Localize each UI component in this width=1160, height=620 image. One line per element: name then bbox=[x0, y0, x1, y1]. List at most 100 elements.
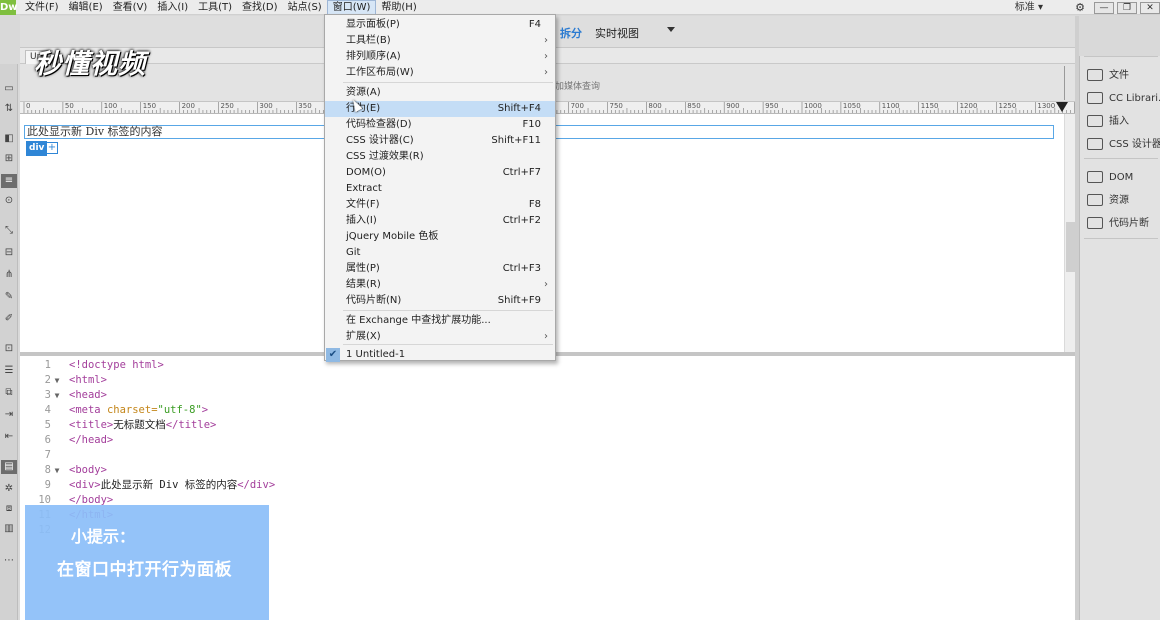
window-menu-item[interactable]: 结果(R) › bbox=[325, 277, 555, 293]
window-menu-item[interactable]: Git bbox=[325, 245, 555, 261]
ruler-label: 1150 bbox=[920, 102, 939, 110]
settings-icon[interactable]: ✲ bbox=[1, 482, 17, 496]
window-menu-item[interactable]: 显示面板(P) F4 bbox=[325, 17, 555, 33]
menu-3[interactable]: 插入(I) bbox=[152, 0, 193, 15]
code-line[interactable]: 6 </head> bbox=[20, 433, 1020, 448]
menu-0[interactable]: 文件(F) bbox=[20, 0, 64, 15]
ruler-label: 1050 bbox=[842, 102, 861, 110]
split-view-button[interactable]: 拆分 bbox=[560, 25, 582, 41]
design-scroll-thumb[interactable] bbox=[1066, 222, 1075, 272]
new-file-icon[interactable]: ▭ bbox=[1, 82, 17, 96]
menu-item-label: 代码检查器(D) bbox=[346, 119, 412, 130]
code-line[interactable]: 5 <title>无标题文档</title> bbox=[20, 418, 1020, 433]
menu-1[interactable]: 编辑(E) bbox=[64, 0, 108, 15]
window-menu-item[interactable]: 属性(P) Ctrl+F3 bbox=[325, 261, 555, 277]
menu-6[interactable]: 站点(S) bbox=[283, 0, 327, 15]
menu-8[interactable]: 帮助(H) bbox=[376, 0, 421, 15]
live-code-icon[interactable]: ▤ bbox=[1, 460, 17, 474]
preview-icon[interactable]: ◧ bbox=[1, 132, 17, 146]
add-class-button[interactable]: + bbox=[46, 142, 58, 154]
pen-icon[interactable]: ✐ bbox=[1, 312, 17, 326]
code-line[interactable]: 3 ▼ <head> bbox=[20, 388, 1020, 403]
more-icon[interactable]: ⋯ bbox=[1, 554, 17, 568]
code-line[interactable]: 8 ▼ <body> bbox=[20, 463, 1020, 478]
code-line[interactable]: 4 <meta charset="utf-8"> bbox=[20, 403, 1020, 418]
chevron-down-icon[interactable] bbox=[667, 27, 675, 32]
panel-item-assets[interactable]: 资源 bbox=[1080, 191, 1160, 211]
window-menu-item[interactable]: 插入(I) Ctrl+F2 bbox=[325, 213, 555, 229]
window-menu-item[interactable]: 排列顺序(A) › bbox=[325, 49, 555, 65]
panel-item-label: 插入 bbox=[1109, 116, 1129, 127]
panel-item-css-designer[interactable]: CSS 设计器 bbox=[1080, 135, 1160, 155]
indent-icon[interactable]: ⇥ bbox=[1, 408, 17, 422]
code-token: <body> bbox=[69, 464, 107, 476]
panel-item-insert[interactable]: 插入 bbox=[1080, 112, 1160, 132]
menu-2[interactable]: 查看(V) bbox=[108, 0, 153, 15]
outdent-icon[interactable]: ⇤ bbox=[1, 430, 17, 444]
code-line[interactable]: 2 ▼ <html> bbox=[20, 373, 1020, 388]
window-menu-item[interactable]: 工具栏(B) › bbox=[325, 33, 555, 49]
window-menu-item[interactable]: CSS 过渡效果(R) bbox=[325, 149, 555, 165]
tree-icon[interactable]: ⋔ bbox=[1, 268, 17, 282]
list-icon[interactable]: ☰ bbox=[1, 364, 17, 378]
window-menu-item[interactable]: ✔ 1 Untitled-1 bbox=[325, 347, 555, 363]
element-tag-badge[interactable]: div bbox=[26, 141, 48, 156]
workspace-switcher[interactable]: 标准 ▾ bbox=[1015, 0, 1043, 15]
code-line[interactable]: 7 bbox=[20, 448, 1020, 463]
window-menu-item[interactable]: 代码片断(N) Shift+F9 bbox=[325, 293, 555, 309]
window-menu-item[interactable]: 扩展(X) › bbox=[325, 329, 555, 345]
restore-icon[interactable]: ❐ bbox=[1117, 1, 1137, 14]
media-query-placeholder[interactable]: 加媒体查询 bbox=[555, 79, 600, 92]
comment-icon[interactable]: ⊡ bbox=[1, 342, 17, 356]
media-query-handle[interactable] bbox=[1064, 66, 1065, 100]
panel-item-snippets[interactable]: 代码片断 bbox=[1080, 214, 1160, 234]
fold-toggle-icon[interactable]: ▼ bbox=[51, 388, 63, 403]
brush-icon[interactable]: ✎ bbox=[1, 290, 17, 304]
code-block-icon[interactable]: ⧉ bbox=[1, 386, 17, 400]
code-text: <html> bbox=[63, 373, 107, 388]
collapse-icon[interactable]: ⊟ bbox=[1, 246, 17, 260]
inspect-icon[interactable]: ⊞ bbox=[1, 152, 17, 166]
menu-7[interactable]: 窗口(W) bbox=[326, 0, 377, 15]
menu-4[interactable]: 工具(T) bbox=[193, 0, 237, 15]
ruler-marker-icon[interactable] bbox=[1056, 102, 1068, 112]
window-menu-item[interactable]: 资源(A) bbox=[325, 85, 555, 101]
code-token: 无标题文档 bbox=[113, 419, 166, 431]
sort-icon[interactable]: ⇅ bbox=[1, 102, 17, 116]
gear-icon[interactable]: ⚙ bbox=[1069, 1, 1091, 14]
window-menu-item[interactable]: 在 Exchange 中查找扩展功能... bbox=[325, 313, 555, 329]
chart-icon[interactable]: ▥ bbox=[1, 522, 17, 536]
menu-separator bbox=[343, 82, 553, 83]
window-menu-item[interactable]: 工作区布局(W) › bbox=[325, 65, 555, 81]
window-menu-item[interactable]: jQuery Mobile 色板 bbox=[325, 229, 555, 245]
window-menu-item[interactable]: Extract bbox=[325, 181, 555, 197]
window-menu-item[interactable]: CSS 设计器(C) Shift+F11 bbox=[325, 133, 555, 149]
line-number: 8 bbox=[44, 464, 51, 476]
design-scrollbar[interactable] bbox=[1064, 114, 1075, 352]
minimize-icon[interactable]: — bbox=[1094, 1, 1114, 14]
menu-5[interactable]: 查找(D) bbox=[237, 0, 283, 15]
menu-item-shortcut: Shift+F9 bbox=[497, 295, 541, 306]
code-line[interactable]: 9 <div>此处显示新 Div 标签的内容</div> bbox=[20, 478, 1020, 493]
fold-toggle-icon[interactable]: ▼ bbox=[51, 463, 63, 478]
close-icon[interactable]: ✕ bbox=[1140, 1, 1160, 14]
format-icon[interactable]: ≡ bbox=[1, 174, 17, 188]
target-icon[interactable]: ⊙ bbox=[1, 194, 17, 208]
panel-item-files[interactable]: 文件 bbox=[1080, 66, 1160, 86]
fold-toggle-icon[interactable]: ▼ bbox=[51, 373, 63, 388]
panel-item-cc-libraries[interactable]: CC Librari... bbox=[1080, 89, 1160, 109]
line-number: 9 bbox=[44, 479, 51, 491]
live-view-button[interactable]: 实时视图 bbox=[595, 25, 639, 41]
snippet-icon[interactable]: ⧈ bbox=[1, 502, 17, 516]
window-menu-item[interactable]: DOM(O) Ctrl+F7 bbox=[325, 165, 555, 181]
code-token: <title> bbox=[69, 419, 114, 431]
expand-icon[interactable]: ⤡ bbox=[1, 224, 17, 238]
window-menu-item[interactable]: 文件(F) F8 bbox=[325, 197, 555, 213]
code-token: > bbox=[201, 404, 209, 416]
line-number: 3 bbox=[44, 389, 51, 401]
code-token: 此处显示新 Div 标签的内容 bbox=[100, 479, 238, 491]
ruler-label: 800 bbox=[648, 102, 662, 110]
code-token: <!doctype html> bbox=[69, 359, 164, 371]
panel-item-dom[interactable]: DOM bbox=[1080, 168, 1160, 188]
window-menu-item[interactable]: 代码检查器(D) F10 bbox=[325, 117, 555, 133]
